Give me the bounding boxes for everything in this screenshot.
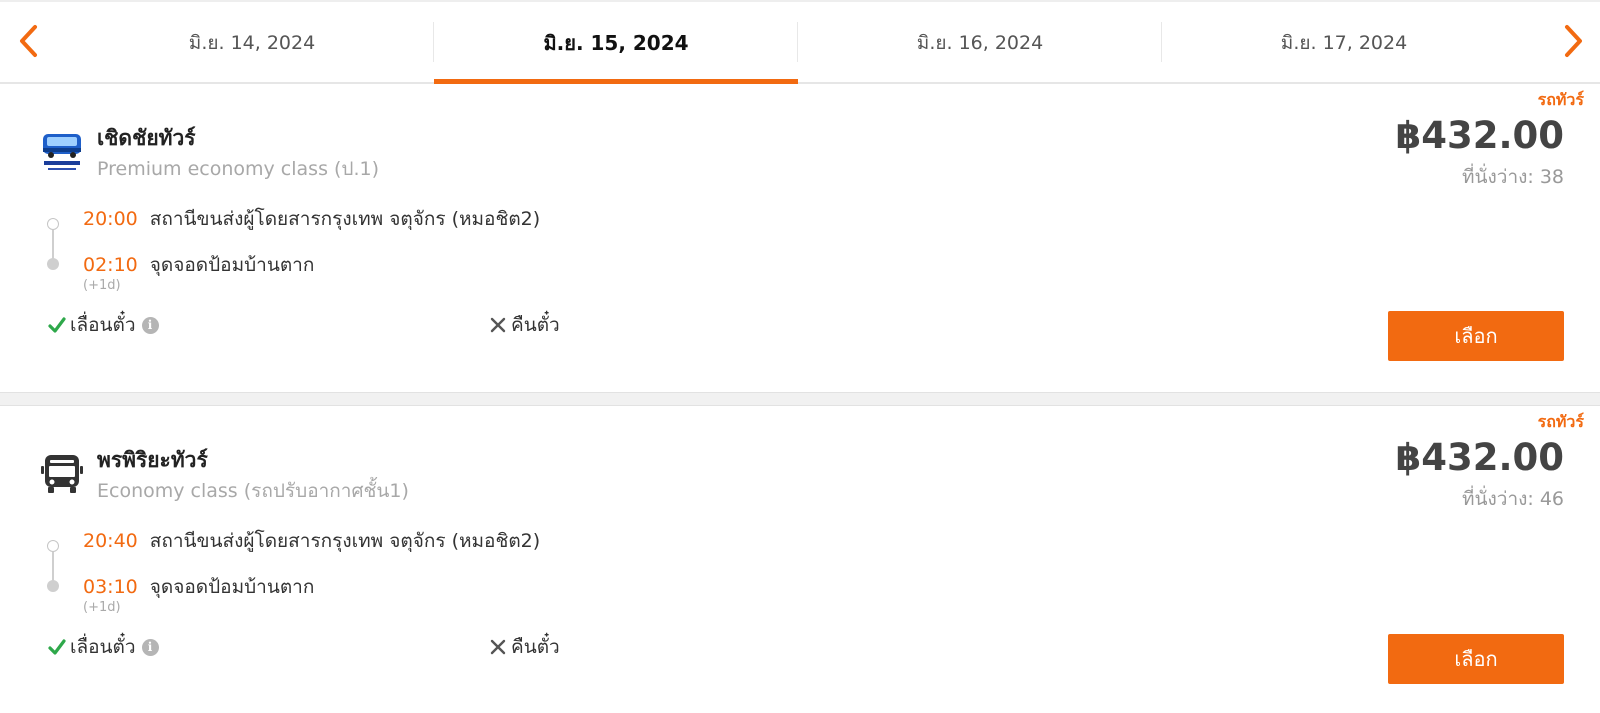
arrival-stop: 03:10 จุดจอดป้อมบ้านตาก bbox=[83, 572, 314, 602]
info-icon[interactable]: i bbox=[141, 638, 159, 656]
departure-place: สถานีขนส่งผู้โดยสารกรุงเทพ จตุจักร (หมอช… bbox=[149, 530, 541, 552]
seats-available: ที่นั่งว่าง: 46 bbox=[1462, 484, 1564, 514]
check-icon bbox=[48, 639, 66, 655]
refund-ticket-label: คืนตั๋ว bbox=[511, 636, 560, 658]
departure-dot-icon bbox=[47, 540, 59, 552]
bus-icon bbox=[40, 452, 84, 496]
change-ticket-policy: เลื่อนตั๋ว i bbox=[47, 632, 159, 662]
trip-price: ฿432.00 bbox=[1395, 436, 1564, 479]
date-tab[interactable]: มิ.ย. 17, 2024 bbox=[1162, 2, 1526, 84]
arrival-time: 03:10 bbox=[83, 576, 138, 598]
date-tab-label: มิ.ย. 14, 2024 bbox=[188, 32, 316, 54]
change-ticket-label: เลื่อนตั๋ว bbox=[70, 636, 136, 658]
cherdchai-tour-logo bbox=[40, 130, 84, 174]
refund-ticket-policy: คืนตั๋ว bbox=[488, 310, 560, 340]
select-button[interactable]: เลือก bbox=[1388, 634, 1564, 684]
departure-time: 20:00 bbox=[83, 208, 138, 230]
vehicle-type-tag: รถทัวร์ bbox=[1537, 412, 1584, 431]
route-timeline bbox=[47, 218, 59, 270]
refund-ticket-policy: คืนตั๋ว bbox=[488, 632, 560, 662]
arrival-dot-icon bbox=[47, 580, 59, 592]
next-day-indicator: (+1d) bbox=[83, 600, 121, 615]
next-day-indicator: (+1d) bbox=[83, 278, 121, 293]
change-ticket-policy: เลื่อนตั๋ว i bbox=[47, 310, 159, 340]
info-icon[interactable]: i bbox=[141, 316, 159, 334]
trip-card: รถทัวร์ เชิดชัยทัวร์ Premium economy cla… bbox=[0, 84, 1600, 392]
seats-label: ที่นั่งว่าง: bbox=[1462, 166, 1534, 188]
trip-price: ฿432.00 bbox=[1395, 114, 1564, 157]
route-timeline bbox=[47, 540, 59, 592]
date-tab-label: มิ.ย. 16, 2024 bbox=[916, 32, 1044, 54]
departure-place: สถานีขนส่งผู้โดยสารกรุงเทพ จตุจักร (หมอช… bbox=[149, 208, 541, 230]
departure-time: 20:40 bbox=[83, 530, 138, 552]
arrival-dot-icon bbox=[47, 258, 59, 270]
cross-icon bbox=[490, 317, 506, 333]
card-divider bbox=[0, 392, 1600, 406]
date-tab-label: มิ.ย. 17, 2024 bbox=[1280, 32, 1408, 54]
chevron-left-icon[interactable] bbox=[8, 20, 48, 62]
date-selector-bar: มิ.ย. 14, 2024 มิ.ย. 15, 2024 มิ.ย. 16, … bbox=[0, 0, 1600, 84]
change-ticket-label: เลื่อนตั๋ว bbox=[70, 314, 136, 336]
trip-card: รถทัวร์ พรพิริยะทัวร์ Economy class (รถป… bbox=[0, 406, 1600, 713]
departure-stop: 20:00 สถานีขนส่งผู้โดยสารกรุงเทพ จตุจักร … bbox=[83, 204, 540, 234]
date-tab[interactable]: มิ.ย. 14, 2024 bbox=[70, 2, 434, 84]
departure-dot-icon bbox=[47, 218, 59, 230]
vehicle-type-tag: รถทัวร์ bbox=[1537, 90, 1584, 109]
check-icon bbox=[48, 317, 66, 333]
seats-available: ที่นั่งว่าง: 38 bbox=[1462, 162, 1564, 192]
chevron-right-icon[interactable] bbox=[1554, 20, 1594, 62]
seats-count: 46 bbox=[1539, 488, 1564, 510]
arrival-time: 02:10 bbox=[83, 254, 138, 276]
arrival-stop: 02:10 จุดจอดป้อมบ้านตาก bbox=[83, 250, 314, 280]
departure-stop: 20:40 สถานีขนส่งผู้โดยสารกรุงเทพ จตุจักร … bbox=[83, 526, 540, 556]
operator-name: เชิดชัยทัวร์ bbox=[97, 126, 196, 150]
date-tab-active[interactable]: มิ.ย. 15, 2024 bbox=[434, 2, 798, 84]
date-tab-label: มิ.ย. 15, 2024 bbox=[543, 31, 689, 55]
bus-class: Economy class (รถปรับอากาศชั้น1) bbox=[97, 480, 409, 502]
date-tab[interactable]: มิ.ย. 16, 2024 bbox=[798, 2, 1162, 84]
refund-ticket-label: คืนตั๋ว bbox=[511, 314, 560, 336]
select-button[interactable]: เลือก bbox=[1388, 311, 1564, 361]
arrival-place: จุดจอดป้อมบ้านตาก bbox=[149, 254, 315, 276]
bus-class: Premium economy class (ป.1) bbox=[97, 158, 380, 180]
cross-icon bbox=[490, 639, 506, 655]
arrival-place: จุดจอดป้อมบ้านตาก bbox=[149, 576, 315, 598]
operator-name: พรพิริยะทัวร์ bbox=[97, 448, 208, 472]
seats-count: 38 bbox=[1539, 166, 1564, 188]
seats-label: ที่นั่งว่าง: bbox=[1462, 488, 1534, 510]
date-tabs: มิ.ย. 14, 2024 มิ.ย. 15, 2024 มิ.ย. 16, … bbox=[70, 2, 1530, 84]
